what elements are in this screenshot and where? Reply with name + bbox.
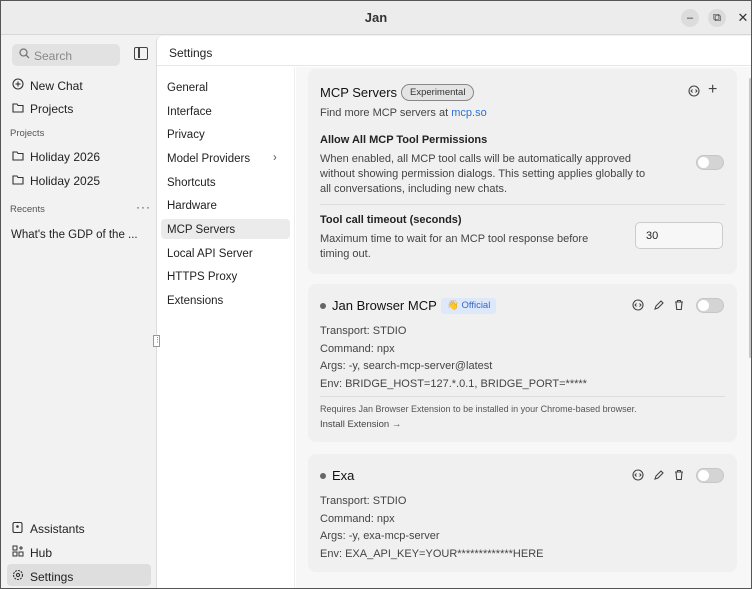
mcp-settings-card: MCP Servers Experimental + Find more MCP…: [308, 69, 737, 274]
code-circle-icon[interactable]: [632, 299, 644, 314]
server-env: Env: BRIDGE_HOST=127.*.0.1, BRIDGE_PORT=…: [320, 378, 587, 390]
official-badge: 👋 Official: [441, 298, 497, 314]
restore-button[interactable]: ⧉: [708, 9, 726, 27]
settings-nav-interface[interactable]: Interface: [167, 106, 212, 118]
find-more-text: Find more MCP servers at mcp.so: [320, 106, 487, 121]
status-dot: [320, 303, 326, 309]
server-card-jan-browser: Jan Browser MCP 👋 Official Transport: ST…: [308, 284, 737, 442]
install-extension-link[interactable]: Install Extension →: [320, 417, 401, 432]
mcp-so-link[interactable]: mcp.so: [451, 107, 486, 119]
recents-section-label: Recents: [10, 204, 45, 215]
server-args: Args: -y, search-mcp-server@latest: [320, 360, 493, 372]
app-window: Jan – ⧉ ✕ Search New Chat Projects Proje…: [0, 0, 752, 589]
grid-icon: [11, 545, 24, 560]
assistants-label: Assistants: [30, 521, 85, 536]
project-item[interactable]: Holiday 2025: [11, 174, 100, 188]
extension-note: Requires Jan Browser Extension to be ins…: [320, 404, 637, 414]
pencil-icon[interactable]: [653, 469, 665, 484]
window-title: Jan: [364, 10, 388, 25]
timeout-desc-line: Maximum time to wait for an MCP tool res…: [320, 233, 589, 245]
search-placeholder: Search: [34, 49, 73, 63]
chevron-right-icon: ›: [273, 152, 277, 164]
main-panel: Settings ⋮ General Interface Privacy Mod…: [153, 36, 751, 588]
settings-nav-mcp-servers[interactable]: MCP Servers: [167, 224, 235, 236]
recent-chat-label: What's the GDP of the ...: [11, 229, 138, 241]
projects-section-label: Projects: [10, 128, 45, 139]
server-transport: Transport: STDIO: [320, 325, 407, 337]
allow-desc-line: When enabled, all MCP tool calls will be…: [320, 153, 632, 165]
hub-label: Hub: [30, 545, 53, 560]
project-item-label: Holiday 2026: [30, 150, 101, 164]
server-args: Args: -y, exa-mcp-server: [320, 530, 440, 542]
settings-label: Settings: [30, 569, 74, 584]
settings-nav-label: Model Providers: [167, 153, 251, 165]
sidebar: Search New Chat Projects Projects Holida…: [1, 36, 157, 588]
find-more-label: Find more MCP servers at: [320, 107, 449, 119]
server-enable-toggle[interactable]: [696, 468, 724, 483]
resize-handle-icon[interactable]: ⋮: [153, 335, 161, 347]
allow-desc-line: without showing permission dialogs. This…: [320, 168, 646, 180]
card-title: MCP Servers: [320, 85, 398, 100]
project-item[interactable]: Holiday 2026: [11, 150, 100, 164]
search-input[interactable]: Search: [12, 44, 120, 66]
pencil-icon[interactable]: [653, 299, 665, 314]
settings-nav-shortcuts[interactable]: Shortcuts: [167, 177, 216, 189]
hub-button[interactable]: Hub: [11, 545, 52, 560]
allow-permissions-title: Allow All MCP Tool Permissions: [320, 134, 488, 146]
new-chat-label: New Chat: [30, 78, 83, 93]
assistant-icon: [11, 521, 24, 536]
experimental-badge: Experimental: [401, 84, 475, 101]
folder-plus-icon: [11, 102, 24, 116]
settings-nav-model-providers[interactable]: Model Providers ›: [167, 152, 287, 165]
folder-icon: [11, 150, 24, 164]
server-transport: Transport: STDIO: [320, 495, 407, 507]
settings-nav-hardware[interactable]: Hardware: [167, 200, 217, 212]
page-header: Settings: [157, 36, 751, 66]
server-command: Command: npx: [320, 513, 395, 525]
allow-permissions-toggle[interactable]: [696, 155, 724, 170]
settings-nav-https-proxy[interactable]: HTTPS Proxy: [167, 271, 237, 283]
server-command: Command: npx: [320, 343, 395, 355]
server-enable-toggle[interactable]: [696, 298, 724, 313]
plus-circle-icon: [11, 78, 24, 93]
title-bar: Jan – ⧉ ✕: [1, 1, 751, 35]
new-chat-button[interactable]: New Chat: [11, 78, 83, 93]
project-item-label: Holiday 2025: [30, 174, 101, 188]
close-button[interactable]: ✕: [734, 9, 751, 27]
status-dot: [320, 473, 326, 479]
gear-icon: [11, 569, 24, 584]
sidebar-toggle-icon[interactable]: [134, 47, 148, 60]
folder-icon: [11, 174, 24, 188]
divider: [320, 204, 725, 205]
trash-icon[interactable]: [673, 469, 685, 484]
server-name: Jan Browser MCP: [332, 298, 437, 313]
recent-chat-item[interactable]: What's the GDP of the ...: [11, 229, 138, 241]
code-circle-icon[interactable]: [632, 469, 644, 484]
timeout-desc-line: timing out.: [320, 248, 371, 260]
search-icon: [19, 48, 30, 62]
divider: [320, 396, 725, 397]
recents-more-icon[interactable]: ···: [136, 200, 151, 214]
settings-nav-general[interactable]: General: [167, 82, 208, 94]
settings-content: MCP Servers Experimental + Find more MCP…: [296, 67, 751, 588]
server-name: Exa: [332, 468, 355, 483]
trash-icon[interactable]: [673, 299, 685, 314]
settings-nav-extensions[interactable]: Extensions: [167, 295, 223, 307]
server-card-exa: Exa Transport: STDIO Command: npx Args: …: [308, 454, 737, 572]
settings-button[interactable]: Settings: [11, 569, 73, 584]
timeout-title: Tool call timeout (seconds): [320, 214, 462, 226]
server-env: Env: EXA_API_KEY=YOUR*************HERE: [320, 548, 544, 560]
settings-nav-privacy[interactable]: Privacy: [167, 129, 205, 141]
settings-nav-local-api-server[interactable]: Local API Server: [167, 248, 253, 260]
projects-button[interactable]: Projects: [11, 102, 73, 116]
minimize-button[interactable]: –: [681, 9, 699, 27]
settings-nav: ⋮ General Interface Privacy Model Provid…: [153, 67, 295, 588]
code-circle-icon[interactable]: [688, 85, 700, 100]
page-title: Settings: [169, 46, 213, 60]
timeout-input[interactable]: 30: [635, 222, 723, 249]
projects-label: Projects: [30, 102, 74, 116]
add-server-icon[interactable]: +: [708, 81, 717, 99]
allow-desc-line: all conversations, including new chats.: [320, 183, 508, 195]
assistants-button[interactable]: Assistants: [11, 521, 85, 536]
